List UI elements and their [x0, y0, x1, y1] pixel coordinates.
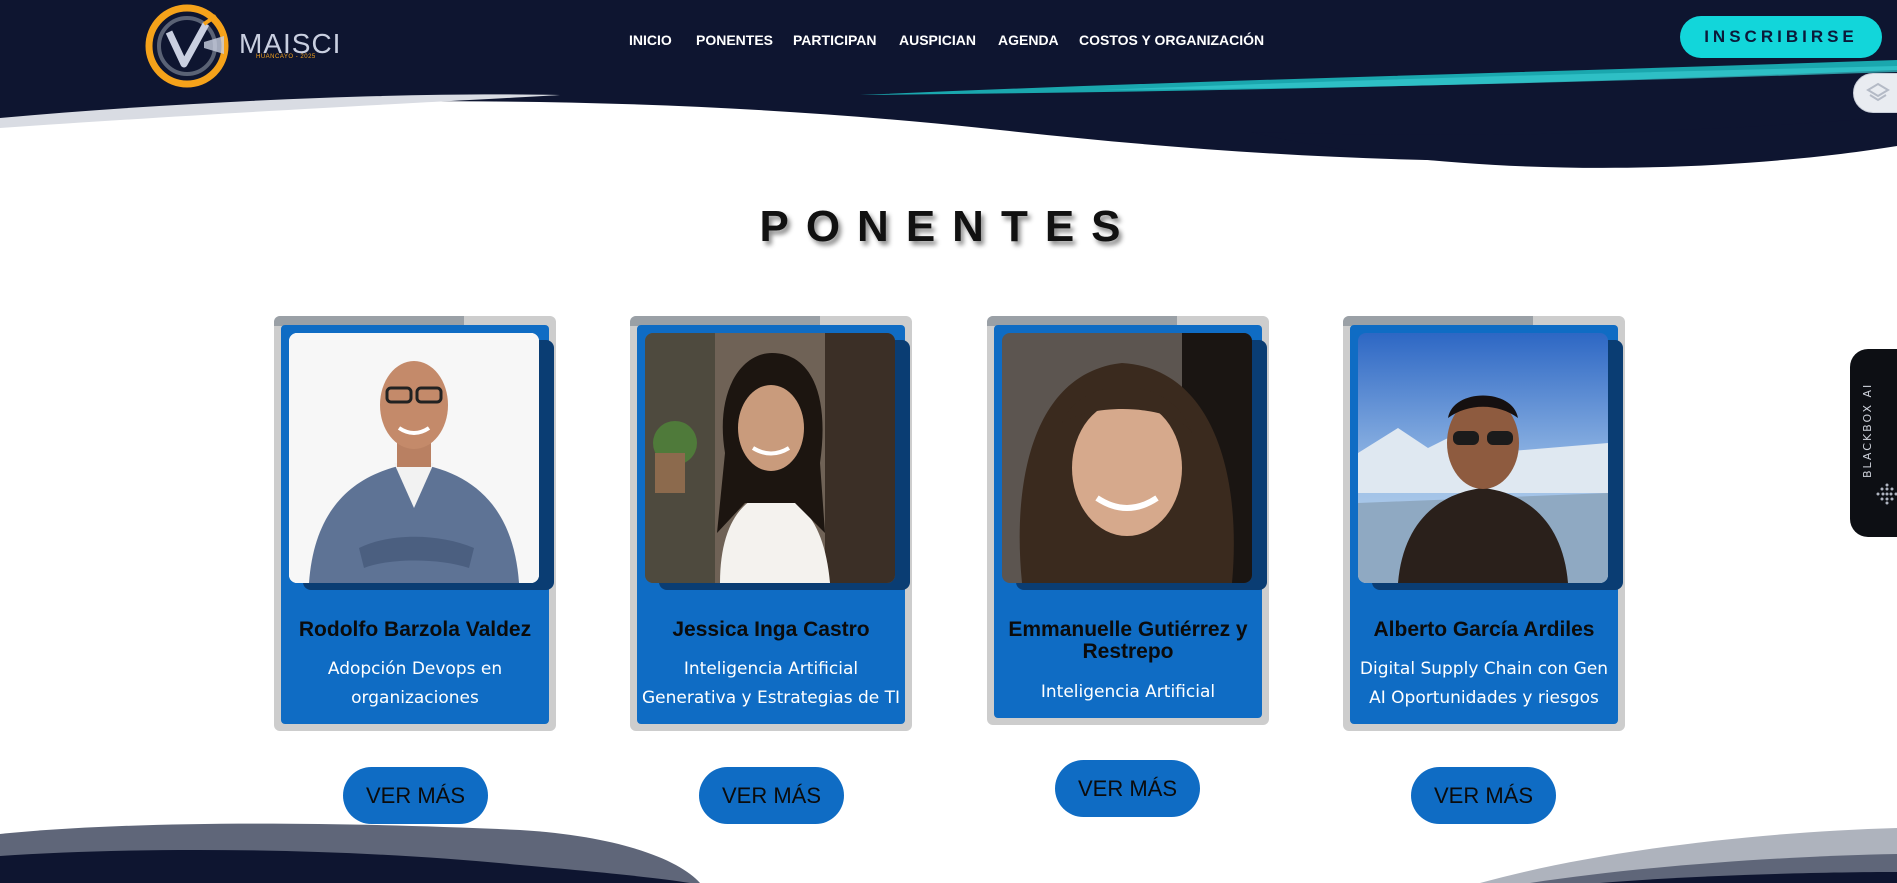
speaker-name: Emmanuelle Gutiérrez y Restrepo: [1008, 618, 1248, 663]
nav-item-ponentes[interactable]: PONENTES: [696, 32, 773, 48]
nav-item-agenda[interactable]: AGENDA: [998, 32, 1059, 48]
card-body: Rodolfo Barzola Valdez Adopción Devops e…: [281, 325, 554, 724]
speaker-name: Alberto García Ardiles: [1373, 618, 1595, 641]
speaker-photo: [645, 333, 895, 583]
speaker-photo: [1002, 333, 1252, 583]
person-portrait-icon: [645, 333, 895, 583]
nav-item-costos[interactable]: COSTOS Y ORGANIZACIÓN: [1079, 32, 1264, 48]
speaker-photo: [289, 333, 539, 583]
speaker-topic: Adopción Devops en organizaciones: [327, 659, 503, 708]
floating-widget-button[interactable]: [1853, 73, 1897, 113]
ver-mas-button[interactable]: VER MÁS: [343, 767, 488, 824]
nav-item-auspician[interactable]: AUSPICIAN: [899, 32, 976, 48]
blackbox-ai-label: BLACKBOX AI: [1861, 382, 1874, 478]
speaker-card: Emmanuelle Gutiérrez y Restrepo Intelige…: [987, 316, 1269, 725]
ver-mas-button[interactable]: VER MÁS: [699, 767, 844, 824]
card-body: Emmanuelle Gutiérrez y Restrepo Intelige…: [994, 325, 1267, 718]
page: MAISCI HUANCAYO - 2025 INICIO PONENTES P…: [0, 0, 1897, 883]
person-portrait-icon: [289, 333, 539, 583]
speaker-name: Jessica Inga Castro: [672, 618, 870, 641]
person-portrait-icon: [1002, 333, 1252, 583]
speaker-name: Rodolfo Barzola Valdez: [298, 618, 532, 641]
nav-item-participan[interactable]: PARTICIPAN: [793, 32, 876, 48]
nav-item-inicio[interactable]: INICIO: [629, 32, 672, 48]
card-body: Jessica Inga Castro Inteligencia Artific…: [637, 325, 910, 724]
speaker-card: Alberto García Ardiles Digital Supply Ch…: [1343, 316, 1625, 731]
dots-icon: [1876, 483, 1897, 505]
footer-wave: [0, 823, 1897, 883]
speaker-topic: Digital Supply Chain con Gen AI Oportuni…: [1359, 659, 1609, 708]
inscribirse-button[interactable]: INSCRIBIRSE: [1680, 16, 1882, 58]
ver-mas-button[interactable]: VER MÁS: [1411, 767, 1556, 824]
speaker-topic: Inteligencia Artificial: [1040, 682, 1216, 702]
layers-icon: [1866, 82, 1890, 102]
speaker-topic: Inteligencia Artificial Generativa y Est…: [641, 659, 901, 708]
speaker-photo: [1358, 333, 1608, 583]
ver-mas-button[interactable]: VER MÁS: [1055, 760, 1200, 817]
section-title: PONENTES: [759, 202, 1138, 251]
card-body: Alberto García Ardiles Digital Supply Ch…: [1350, 325, 1623, 724]
speaker-card: Rodolfo Barzola Valdez Adopción Devops e…: [274, 316, 556, 731]
speaker-card: Jessica Inga Castro Inteligencia Artific…: [630, 316, 912, 731]
logo-subtext: HUANCAYO - 2025: [256, 54, 316, 60]
person-portrait-icon: [1358, 333, 1608, 583]
